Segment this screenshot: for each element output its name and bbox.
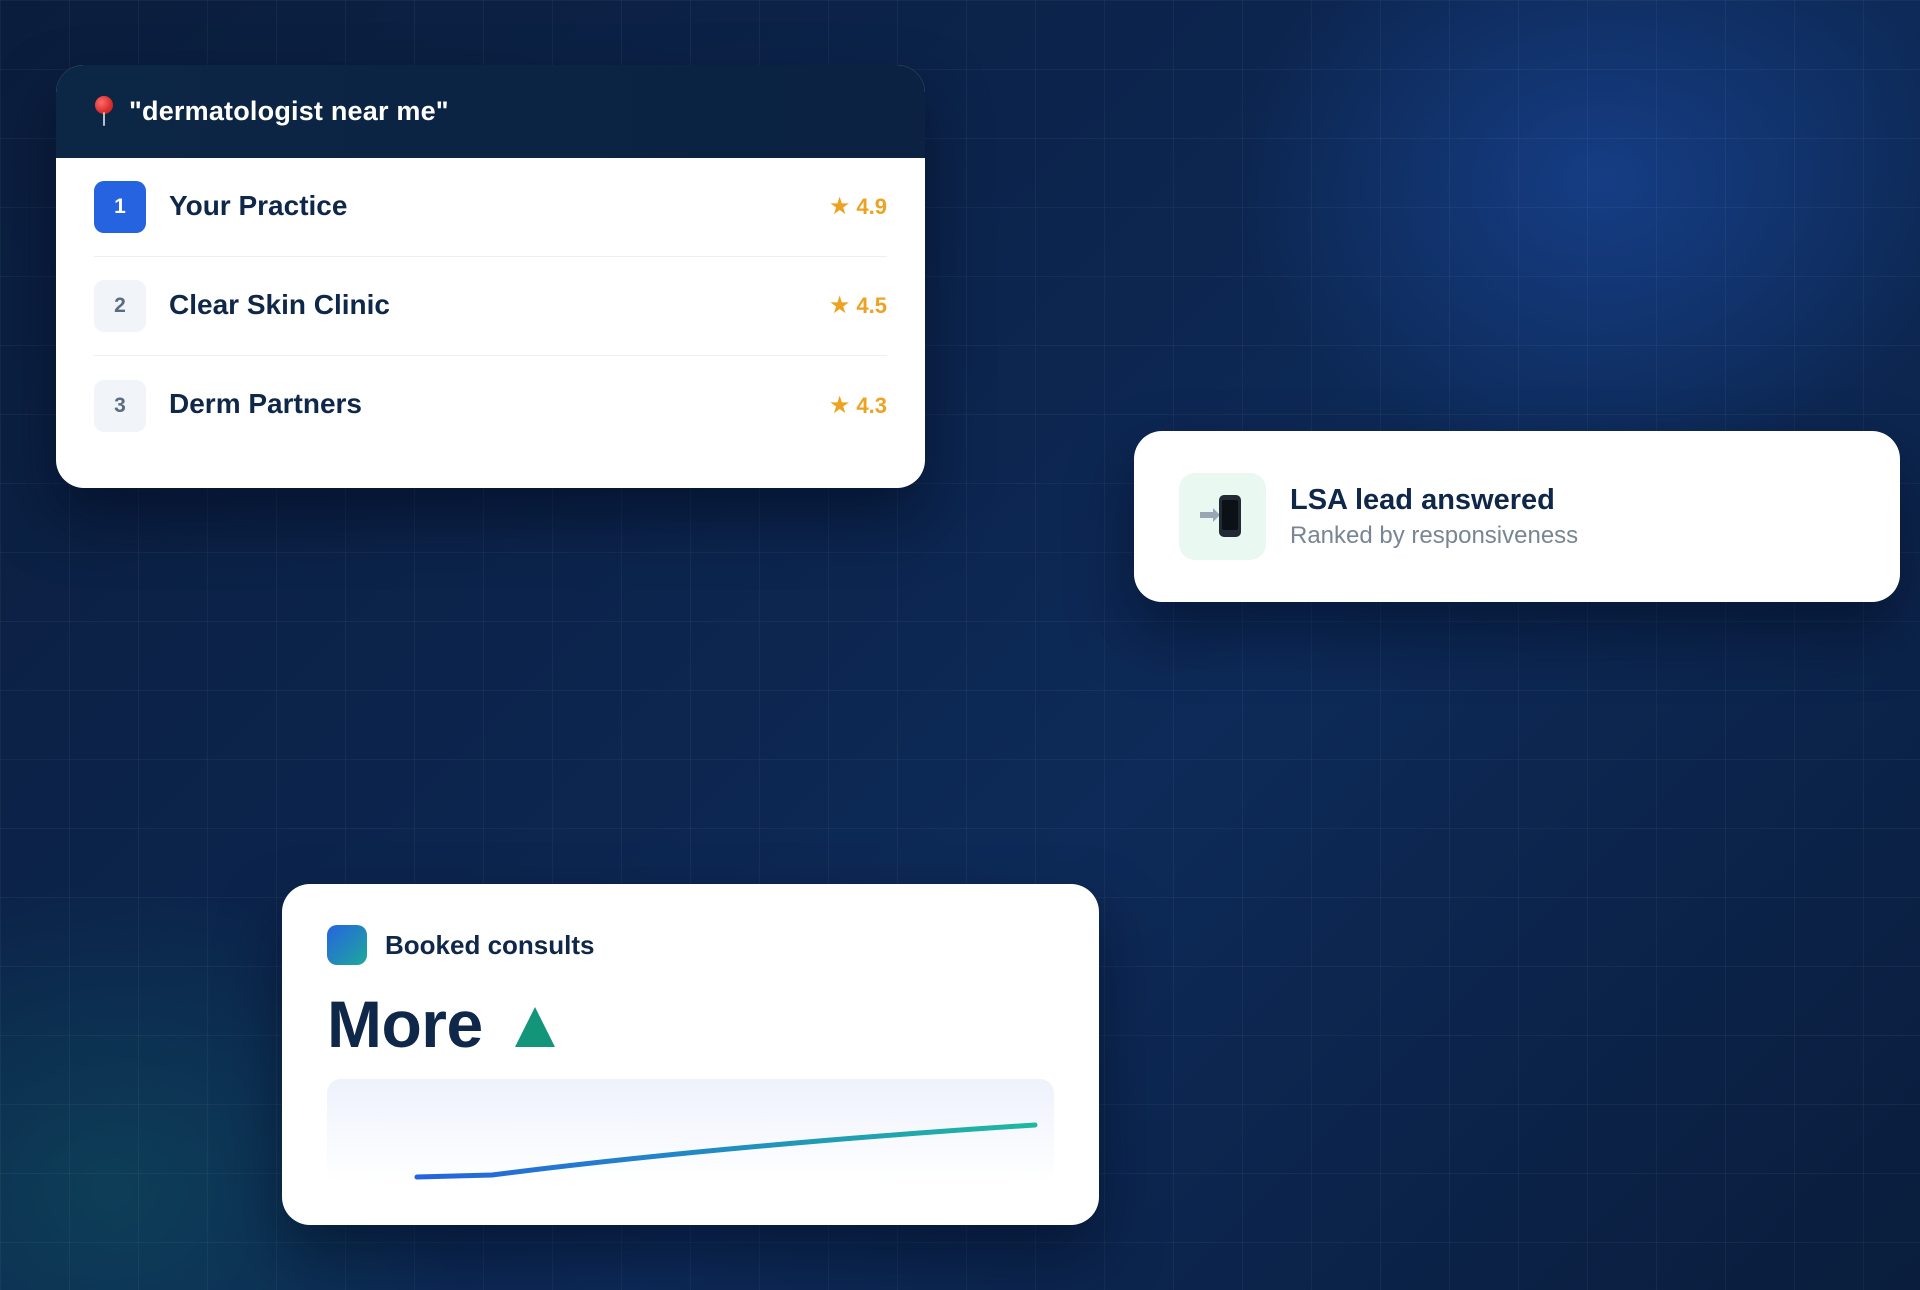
result-rating: ★ 4.9 [829,194,887,220]
consults-header: Booked consults [327,925,1054,965]
search-results-card: "dermatologist near me" 1 Your Practice … [56,65,925,488]
result-name: Derm Partners [169,388,362,419]
star-icon: ★ [828,391,851,419]
result-list: 1 Your Practice ★ 4.9 2 Clear Skin Clini… [56,158,925,455]
search-query: "dermatologist near me" [129,96,449,126]
rating-value: 4.9 [856,194,887,219]
star-icon: ★ [828,193,851,220]
consults-label: Booked consults [385,929,595,960]
result-rating: ★ 4.3 [829,393,887,419]
result-row[interactable]: 3 Derm Partners ★ 4.3 [94,356,887,455]
trend-up-icon [514,1007,555,1047]
consults-color-swatch [327,925,367,965]
sparkline-svg [414,1122,1038,1180]
consults-value: More [327,987,483,1061]
mobile-phone-incoming-icon [1199,494,1246,539]
search-header: "dermatologist near me" [56,65,925,158]
lsa-text: LSA lead answered Ranked by responsivene… [1290,484,1578,550]
result-row[interactable]: 1 Your Practice ★ 4.9 [94,158,887,257]
lsa-notification-card: LSA lead answered Ranked by responsivene… [1134,431,1900,602]
sparkline-line [414,1122,1038,1180]
lsa-subtitle: Ranked by responsiveness [1290,521,1579,549]
result-name: Your Practice [169,189,348,221]
star-icon: ★ [828,292,851,319]
rank-badge: 1 [94,181,146,233]
rating-value: 4.5 [856,293,887,318]
rank-badge: 3 [94,379,146,432]
result-name: Clear Skin Clinic [169,288,390,320]
consults-value-row: More [327,986,1054,1062]
rank-badge: 2 [94,280,146,332]
result-rating: ★ 4.5 [829,293,887,319]
consults-trend-sparkline [327,1079,1054,1184]
result-row[interactable]: 2 Clear Skin Clinic ★ 4.5 [94,257,887,356]
lsa-icon-tile [1179,473,1266,560]
rating-value: 4.3 [856,392,887,418]
map-pin-icon [94,95,114,126]
booked-consults-card: Booked consults More [282,884,1099,1225]
lsa-title: LSA lead answered [1290,483,1555,516]
